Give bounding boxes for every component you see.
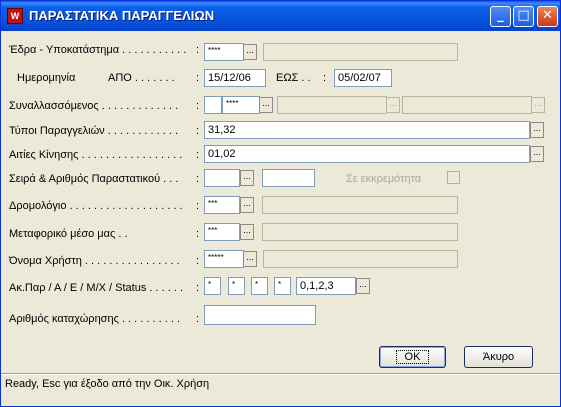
ok-button[interactable]: ΟΚ: [379, 346, 446, 368]
route-browse-button[interactable]: ...: [240, 197, 254, 213]
counterparty-extra: [402, 96, 532, 114]
app-icon: W: [7, 8, 23, 24]
counterparty-browse2-button[interactable]: ...: [386, 97, 400, 113]
e-field[interactable]: *: [251, 277, 268, 295]
colon: :: [196, 125, 200, 137]
colon: :: [196, 228, 200, 240]
cancel-status-label: Ακ.Παρ / Α / Ε / Μ/Χ / Status . . . . . …: [9, 282, 184, 294]
status-field[interactable]: 0,1,2,3: [296, 277, 356, 295]
date-from-field[interactable]: 15/12/06: [204, 69, 266, 87]
edra-description: [263, 43, 458, 61]
colon: :: [196, 200, 200, 212]
window-title: ΠΑΡΑΣΤΑΤΙΚΑ ΠΑΡΑΓΓΕΛΙΩΝ: [29, 8, 215, 23]
route-description: [262, 196, 458, 214]
date-label: Ημερομηνία: [17, 72, 76, 84]
movement-reasons-label: Αιτίες Κίνησης . . . . . . . . . . . . .…: [9, 149, 183, 161]
pending-checkbox[interactable]: [447, 171, 460, 184]
colon: :: [196, 149, 200, 161]
colon: :: [323, 72, 327, 84]
order-types-browse-button[interactable]: ...: [530, 122, 544, 138]
order-types-field[interactable]: 31,32: [204, 121, 530, 139]
entry-number-field[interactable]: [204, 305, 316, 325]
movement-reasons-field[interactable]: 01,02: [204, 145, 530, 163]
cancelled-field[interactable]: *: [204, 277, 221, 295]
transport-label: Μεταφορικό μέσο μας . .: [9, 228, 128, 240]
dialog-window: W ΠΑΡΑΣΤΑΤΙΚΑ ΠΑΡΑΓΓΕΛΙΩΝ _ □ ✕ Έδρα - Υ…: [0, 0, 561, 407]
colon: :: [196, 173, 200, 185]
transport-description: [262, 223, 458, 241]
a-field[interactable]: *: [228, 277, 245, 295]
maximize-button[interactable]: □: [513, 6, 534, 27]
route-field[interactable]: ***: [204, 196, 240, 214]
movement-reasons-browse-button[interactable]: ...: [530, 146, 544, 162]
counterparty-type-field[interactable]: [204, 96, 222, 114]
counterparty-name: [277, 96, 387, 114]
edra-field[interactable]: ****: [204, 43, 244, 61]
counterparty-label: Συναλλασσόμενος . . . . . . . . . . . . …: [9, 100, 179, 112]
status-separator: [1, 373, 560, 375]
counterparty-browse3-button[interactable]: ...: [531, 97, 545, 113]
edra-browse-button[interactable]: ...: [243, 44, 257, 60]
pending-label: Σε εκκρεμότητα: [346, 173, 422, 185]
title-bar[interactable]: W ΠΑΡΑΣΤΑΤΙΚΑ ΠΑΡΑΓΓΕΛΙΩΝ _ □ ✕: [1, 1, 560, 31]
colon: :: [196, 100, 200, 112]
route-label: Δρομολόγιο . . . . . . . . . . . . . . .…: [9, 200, 183, 212]
status-browse-button[interactable]: ...: [356, 278, 370, 294]
mx-field[interactable]: *: [274, 277, 291, 295]
close-button[interactable]: ✕: [537, 6, 558, 27]
username-label: Όνομα Χρήστη . . . . . . . . . . . . . .…: [9, 255, 180, 267]
colon: :: [196, 282, 200, 294]
status-bar: Ready, Esc για έξοδο από την Οικ. Χρήση: [5, 378, 210, 390]
series-number-label: Σειρά & Αριθμός Παραστατικού . . .: [9, 173, 179, 185]
username-description: [263, 250, 458, 268]
series-field[interactable]: [204, 169, 240, 187]
colon: :: [196, 44, 200, 56]
order-types-label: Τύποι Παραγγελιών . . . . . . . . . . . …: [9, 125, 179, 137]
ok-button-label: ΟΚ: [395, 350, 430, 364]
to-label: ΕΩΣ . .: [276, 72, 311, 84]
username-field[interactable]: *****: [204, 250, 244, 268]
colon: :: [196, 255, 200, 267]
entry-number-label: Αριθμός καταχώρησης . . . . . . . . . .: [9, 313, 181, 325]
transport-browse-button[interactable]: ...: [240, 224, 254, 240]
username-browse-button[interactable]: ...: [243, 251, 257, 267]
counterparty-code-field[interactable]: ****: [222, 96, 260, 114]
document-number-field[interactable]: [262, 169, 315, 187]
series-browse-button[interactable]: ...: [240, 170, 254, 186]
minimize-button[interactable]: _: [490, 6, 511, 27]
transport-field[interactable]: ***: [204, 223, 240, 241]
colon: :: [196, 72, 200, 84]
counterparty-browse-button[interactable]: ...: [259, 97, 273, 113]
edra-label: Έδρα - Υποκατάστημα . . . . . . . . . . …: [9, 44, 187, 56]
from-label: ΑΠΟ . . . . . . .: [108, 72, 175, 84]
colon: :: [196, 313, 200, 325]
cancel-button[interactable]: Άκυρο: [464, 346, 533, 368]
date-to-field[interactable]: 05/02/07: [334, 69, 392, 87]
